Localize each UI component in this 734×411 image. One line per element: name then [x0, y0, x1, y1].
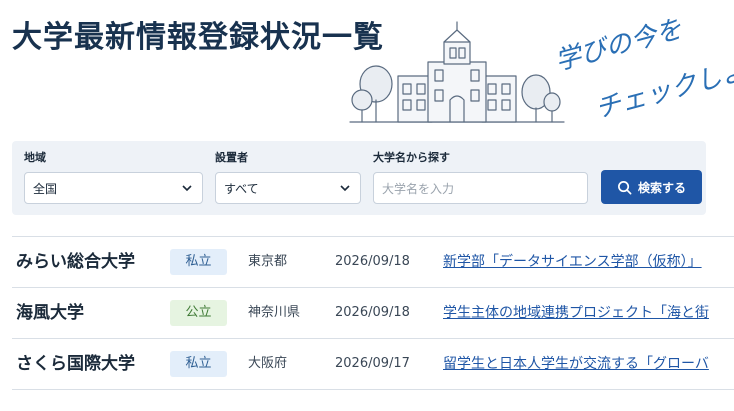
news-link[interactable]: 学生主体の地域連携プロジェクト「海と街	[443, 288, 709, 338]
page-title: 大学最新情報登録状況一覧	[12, 20, 384, 55]
region-filter: 地域	[24, 150, 46, 165]
university-name-placeholder: 大学名を入力	[382, 181, 455, 196]
university-name[interactable]: みらい総合大学	[16, 237, 135, 287]
result-row: さくら国際大学 私立 大阪府 2026/09/17 留学生と日本人学生が交流する…	[12, 338, 734, 390]
search-button[interactable]: 検索する	[601, 170, 702, 204]
update-date: 2026/09/18	[335, 254, 410, 269]
search-button-label: 検索する	[637, 180, 686, 195]
founder-badge: 私立	[170, 249, 227, 275]
search-icon	[618, 180, 632, 194]
founder-badge: 私立	[170, 351, 227, 377]
name-search-label: 大学名から探す	[373, 151, 450, 164]
tagline-line-1: 学びの今を	[552, 14, 685, 77]
prefecture: 大阪府	[248, 356, 288, 371]
region-select[interactable]: 全国	[24, 172, 203, 204]
news-link[interactable]: 新学部「データサイエンス学部（仮称）」	[443, 237, 702, 287]
results-list: みらい総合大学 私立 東京都 2026/09/18 新学部「データサイエンス学部…	[12, 236, 734, 390]
chevron-down-icon	[180, 181, 194, 195]
filter-panel: 地域 全国 設置者 すべて 大学名から探す 大学名を入力 検索する	[12, 141, 706, 215]
university-name[interactable]: 海風大学	[16, 288, 84, 338]
result-row: 海風大学 公立 神奈川県 2026/09/18 学生主体の地域連携プロジェクト「…	[12, 287, 734, 338]
name-filter: 大学名から探す	[373, 150, 450, 165]
result-row: みらい総合大学 私立 東京都 2026/09/18 新学部「データサイエンス学部…	[12, 236, 734, 287]
founder-select[interactable]: すべて	[215, 172, 361, 204]
update-date: 2026/09/17	[335, 356, 410, 371]
founder-filter: 設置者	[215, 150, 248, 165]
founder-badge: 公立	[170, 300, 227, 326]
university-name[interactable]: さくら国際大学	[16, 339, 135, 389]
update-date: 2026/09/18	[335, 305, 410, 320]
founder-label: 設置者	[215, 151, 248, 164]
founder-value: すべて	[224, 181, 259, 196]
prefecture: 神奈川県	[248, 305, 301, 320]
university-name-input[interactable]: 大学名を入力	[373, 172, 588, 204]
region-value: 全国	[33, 181, 58, 196]
news-link[interactable]: 留学生と日本人学生が交流する「グローバ	[443, 339, 709, 389]
chevron-down-icon	[338, 181, 352, 195]
campus-illustration: 学びの今を チェックしよう	[340, 0, 734, 132]
prefecture: 東京都	[248, 254, 288, 269]
region-label: 地域	[24, 151, 46, 164]
